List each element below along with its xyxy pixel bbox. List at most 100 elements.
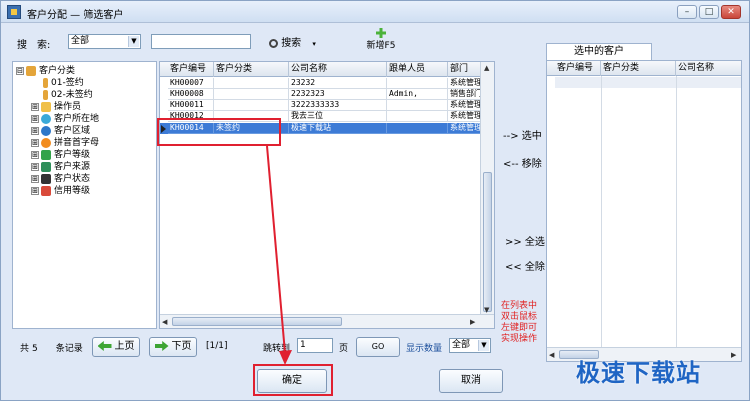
select-all-button[interactable]: >> 全选	[505, 233, 545, 248]
cell-id: KH00007	[168, 78, 214, 89]
tree-item-status[interactable]: ⊞ 客户状态	[31, 173, 90, 185]
go-button[interactable]: GO	[356, 337, 400, 357]
scroll-thumb[interactable]	[483, 172, 492, 312]
watermark: 极速下载站	[576, 359, 701, 387]
cell-staff: Admin,	[387, 89, 448, 100]
column-divider	[676, 76, 677, 349]
folder-icon	[26, 65, 36, 76]
cell-id: KH00011	[168, 100, 214, 111]
add-button[interactable]: 新增F5	[363, 28, 399, 54]
collapse-toggle-icon[interactable]: ⊟	[16, 66, 24, 75]
table-row[interactable]: KH00007 23232 系统管理	[160, 78, 482, 89]
page-info: [1/1]	[206, 341, 228, 351]
scroll-right-icon[interactable]: ▶	[731, 351, 736, 359]
arrow-right-icon	[154, 341, 169, 351]
select-one-button[interactable]: --> 选中	[503, 127, 542, 142]
column-header[interactable]: 跟单人员	[387, 62, 448, 77]
scroll-down-icon[interactable]: ▼	[484, 306, 489, 314]
cell-dept: 销售部门	[448, 89, 482, 100]
expand-toggle-icon[interactable]: ⊞	[31, 162, 39, 171]
scroll-left-icon[interactable]: ◀	[549, 351, 554, 359]
tree-item-region[interactable]: ⊞ 客户区域	[31, 125, 90, 137]
cell-staff	[387, 123, 448, 134]
dropdown-arrow-icon[interactable]: ▾	[312, 40, 316, 48]
tree-label: 01-签约	[51, 78, 84, 88]
prev-page-button[interactable]: 上页	[92, 337, 140, 357]
letter-icon	[41, 137, 51, 148]
grid-header: 客户编号 客户分类 公司名称 跟单人员 部门	[160, 62, 494, 77]
cancel-button[interactable]: 取消	[439, 369, 503, 393]
remove-all-button[interactable]: << 全除	[505, 258, 545, 273]
tree-item-source[interactable]: ⊞ 客户来源	[31, 161, 90, 173]
folder-icon	[43, 77, 48, 88]
expand-toggle-icon[interactable]: ⊞	[31, 150, 39, 159]
search-button-label: 搜索	[281, 38, 302, 49]
tree-item-level[interactable]: ⊞ 客户等级	[31, 149, 90, 161]
tree-label: 客户来源	[54, 162, 91, 172]
tree-item-operator[interactable]: ⊞ 操作员	[31, 101, 81, 113]
plus-icon	[376, 28, 386, 38]
column-header[interactable]: 客户分类	[601, 61, 676, 76]
tree-item-location[interactable]: ⊞ 客户所在地	[31, 113, 99, 125]
vertical-scrollbar[interactable]: ▲ ▼	[480, 62, 494, 316]
maximize-button[interactable]: □	[699, 5, 719, 19]
selected-customers-grid: 客户编号 客户分类 公司名称 ◀ ▶	[546, 60, 742, 362]
column-header[interactable]: 客户编号	[168, 62, 214, 77]
tree-item-customer-category[interactable]: ⊟ 客户分类	[16, 65, 75, 77]
expand-toggle-icon[interactable]: ⊞	[31, 102, 39, 111]
display-count-label: 显示数量	[406, 344, 443, 354]
remove-one-button[interactable]: <-- 移除	[503, 155, 542, 170]
tree-item-signed[interactable]: 01-签约	[43, 77, 84, 89]
tree-label: 客户状态	[54, 174, 91, 184]
cell-dept: 系统管理	[448, 111, 482, 122]
usage-hint: 在列表中双击鼠标左键即可实现操作	[501, 301, 538, 344]
chevron-down-icon[interactable]: ▼	[478, 340, 489, 351]
display-count-value: 全部	[452, 340, 471, 350]
minimize-button[interactable]: –	[677, 5, 697, 19]
arrow-left-icon	[97, 341, 112, 351]
jump-page-input[interactable]: 1	[297, 338, 333, 353]
window-title: 客户分配 — 筛选客户	[27, 10, 124, 21]
table-row[interactable]: KH00011 3222333333 系统管理	[160, 100, 482, 111]
column-header[interactable]: 部门	[448, 62, 482, 77]
tree-item-unsigned[interactable]: 02-未签约	[43, 89, 93, 101]
tree-label: 客户所在地	[54, 114, 100, 124]
scroll-up-icon[interactable]: ▲	[484, 64, 489, 72]
scroll-thumb[interactable]	[172, 317, 342, 326]
expand-toggle-icon[interactable]: ⊞	[31, 138, 39, 147]
expand-toggle-icon[interactable]: ⊞	[31, 186, 39, 195]
cell-company: 我去三位	[289, 111, 387, 122]
cell-staff	[387, 78, 448, 89]
tree-item-credit[interactable]: ⊞ 信用等级	[31, 185, 90, 197]
search-button[interactable]: 搜索 ▾	[269, 34, 316, 50]
folder-icon	[43, 89, 48, 100]
expand-toggle-icon[interactable]: ⊞	[31, 126, 39, 135]
scroll-left-icon[interactable]: ◀	[162, 318, 167, 326]
column-header[interactable]: 客户编号	[555, 61, 601, 76]
search-icon	[269, 38, 278, 48]
status-icon	[41, 173, 51, 184]
tree-item-pinyin[interactable]: ⊞ 拼音首字母	[31, 137, 99, 149]
chevron-down-icon[interactable]: ▼	[128, 36, 139, 47]
expand-toggle-icon[interactable]: ⊞	[31, 114, 39, 123]
category-tree: ⊟ 客户分类 01-签约 02-未签约 ⊞ 操作员 ⊞ 客户所在地 ⊞ 客户区域 ⊞ 拼音…	[12, 61, 157, 329]
table-row[interactable]: KH00008 2232323 Admin, 销售部门	[160, 89, 482, 100]
column-divider	[601, 76, 602, 349]
search-scope-select[interactable]: 全部 ▼	[68, 34, 141, 49]
next-page-button[interactable]: 下页	[149, 337, 197, 357]
display-count-select[interactable]: 全部 ▼	[449, 338, 491, 353]
cell-staff	[387, 100, 448, 111]
column-header[interactable]: 公司名称	[289, 62, 387, 77]
scroll-right-icon[interactable]: ▶	[470, 318, 475, 326]
column-header[interactable]: 公司名称	[676, 61, 741, 76]
dialog-window: 客户分配 — 筛选客户 – □ ✕ 搜 索: 全部 ▼ 搜索 ▾ 新增F5 ⊟ 客…	[0, 0, 750, 401]
tree-label: 信用等级	[54, 186, 91, 196]
horizontal-scrollbar[interactable]: ◀ ▶	[160, 314, 494, 328]
expand-toggle-icon[interactable]: ⊞	[31, 174, 39, 183]
column-header[interactable]: 客户分类	[214, 62, 289, 77]
tab-selected-customers[interactable]: 选中的客户	[546, 43, 652, 60]
prev-page-label: 上页	[114, 341, 135, 352]
search-input[interactable]	[151, 34, 251, 49]
close-button[interactable]: ✕	[721, 5, 741, 19]
cell-category	[214, 78, 289, 89]
